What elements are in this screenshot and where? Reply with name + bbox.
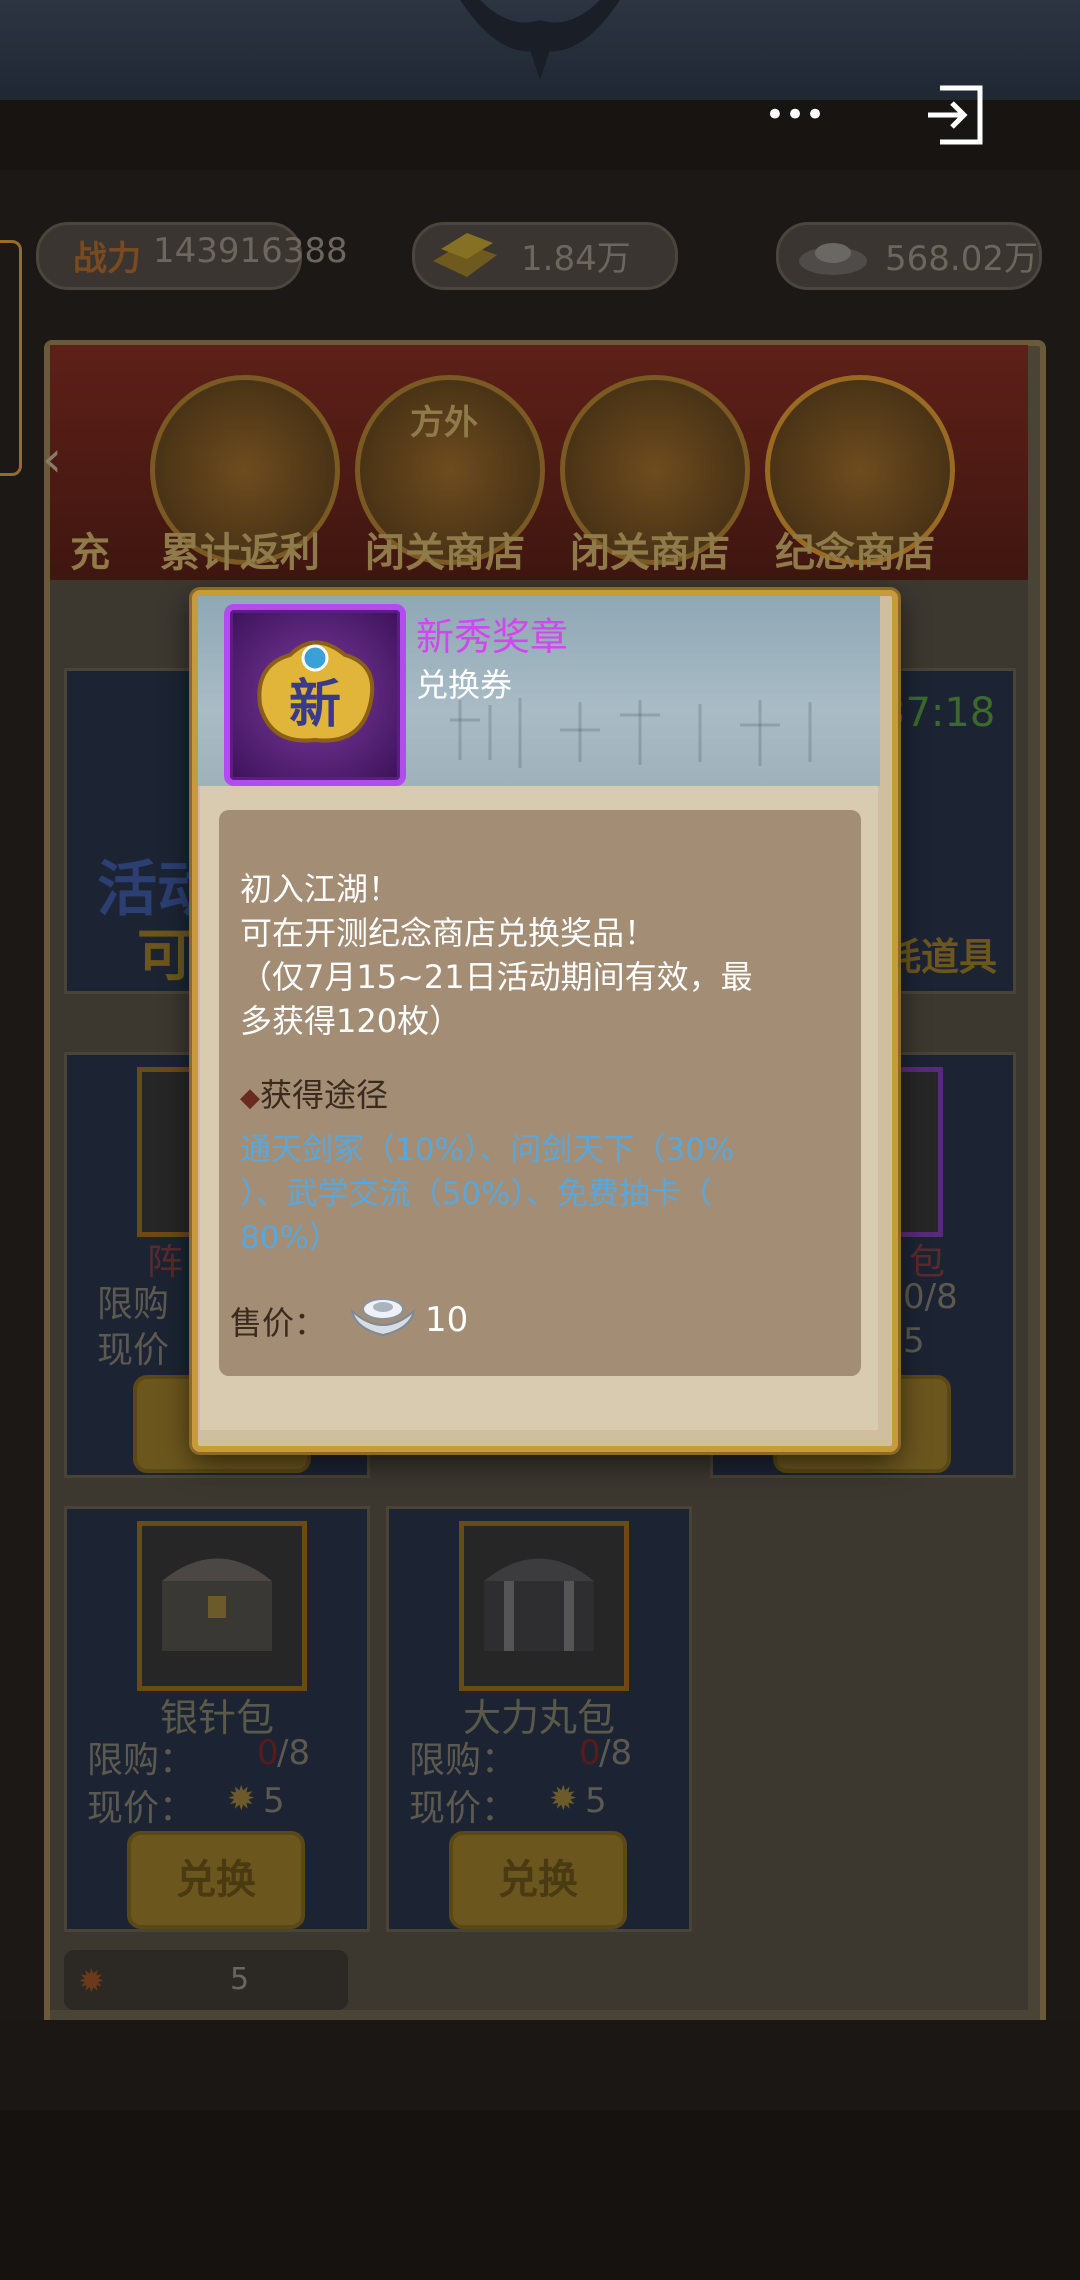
shop-card: 大力丸包 限购： 0 /8 现价： ✹ 5 兑换 <box>386 1506 692 1932</box>
chevron-left-icon[interactable]: ‹ <box>42 430 62 488</box>
price-label: 现价 <box>97 1330 170 1371</box>
source-line: ）、武学交流（50%）、免费抽卡（ <box>240 1176 712 1212</box>
item-icon-frame: 新 <box>224 604 406 786</box>
exchange-button[interactable]: 兑换 <box>449 1831 627 1929</box>
shop-tab-label[interactable]: 闭关商店 <box>550 520 750 578</box>
roof-ornament-icon <box>460 0 620 80</box>
gold-bar-icon <box>433 233 497 277</box>
shop-tab-banner: 充 累计返利 方外 闭关商店 闭关商店 纪念商店 <box>50 345 1028 580</box>
stats-bar: 战力 143916388 1.84万 568.02万 <box>0 200 1080 310</box>
description-line: 多获得120枚） <box>240 1002 462 1040</box>
shop-tab-label[interactable]: 纪念商店 <box>755 520 955 578</box>
ellipsis-icon: ••• <box>764 95 826 135</box>
source-heading-text: 获得途径 <box>260 1076 389 1114</box>
gold-value: 1.84万 <box>521 239 631 279</box>
currency-value: 5 <box>230 1962 250 1997</box>
source-line: 通天剑冢（10%）、问剑天下（30% <box>240 1132 735 1168</box>
silver-pill[interactable]: 568.02万 <box>776 222 1042 290</box>
exit-button[interactable] <box>920 80 1000 150</box>
item-type: 兑换券 <box>416 666 513 704</box>
price-value: 10 <box>425 1300 469 1340</box>
chest-icon <box>459 1521 629 1691</box>
description-line: （仅7月15~21日活动期间有效，最 <box>240 958 753 996</box>
source-line: 80%） <box>240 1220 340 1256</box>
price-label: 售价： <box>230 1304 327 1342</box>
silver-value: 568.02万 <box>885 239 1038 279</box>
bottom-tab-bar <box>0 2020 1080 2110</box>
coupon-icon: ✹ <box>227 1779 256 1819</box>
diamond-bullet-icon: ◆ <box>240 1083 260 1113</box>
top-bar <box>0 100 1080 170</box>
currency-bar: ✹ <box>64 1950 348 2010</box>
silver-ingot-icon <box>350 1298 416 1337</box>
power-value: 143916388 <box>153 231 348 271</box>
shop-tab-label[interactable]: 闭关商店 <box>345 520 545 578</box>
coupon-icon: ✹ <box>78 1962 105 2000</box>
price-label: 现价： <box>87 1788 196 1829</box>
limit-used: 0 <box>257 1733 279 1773</box>
price-label: 现价： <box>409 1788 518 1829</box>
shop-tab-label[interactable]: 累计返利 <box>140 520 340 578</box>
price-value: 5 <box>263 1781 285 1821</box>
description-line: 可在开测纪念商店兑换奖品！ <box>240 914 657 952</box>
limit-total: /8 <box>277 1733 311 1773</box>
limit-value: 0/8 <box>903 1277 958 1317</box>
card-banner-text: 耗道具 <box>883 935 998 979</box>
coupon-icon: ✹ <box>549 1779 578 1819</box>
gold-pill[interactable]: 1.84万 <box>412 222 678 290</box>
card-banner-text: 可 <box>137 924 193 989</box>
limit-used: 0 <box>579 1733 601 1773</box>
power-label: 战力 <box>73 239 141 279</box>
limit-label: 限购： <box>87 1740 196 1781</box>
shop-card: 银针包 限购： 0 /8 现价： ✹ 5 兑换 <box>64 1506 370 1932</box>
description-line: 初入江湖！ <box>240 870 401 908</box>
source-heading: ◆获得途径 <box>240 1070 388 1116</box>
medal-glyph: 新 <box>289 675 341 735</box>
chest-icon <box>137 1521 307 1691</box>
shop-sign: 方外 <box>410 403 478 443</box>
limit-label: 限购 <box>97 1284 170 1325</box>
silver-ingot-icon <box>799 243 867 275</box>
more-button[interactable]: ••• <box>745 72 845 158</box>
power-pill: 战力 143916388 <box>36 222 348 290</box>
item-name: 新秀奖章 <box>416 615 569 659</box>
price-value: 5 <box>903 1321 925 1361</box>
limit-total: /8 <box>599 1733 633 1773</box>
limit-label: 限购： <box>409 1740 518 1781</box>
exchange-button[interactable]: 兑换 <box>127 1831 305 1929</box>
medal-icon: 新 <box>257 640 375 743</box>
price-value: 5 <box>585 1781 607 1821</box>
bottom-background <box>0 2110 1080 2280</box>
exit-icon <box>928 85 983 145</box>
